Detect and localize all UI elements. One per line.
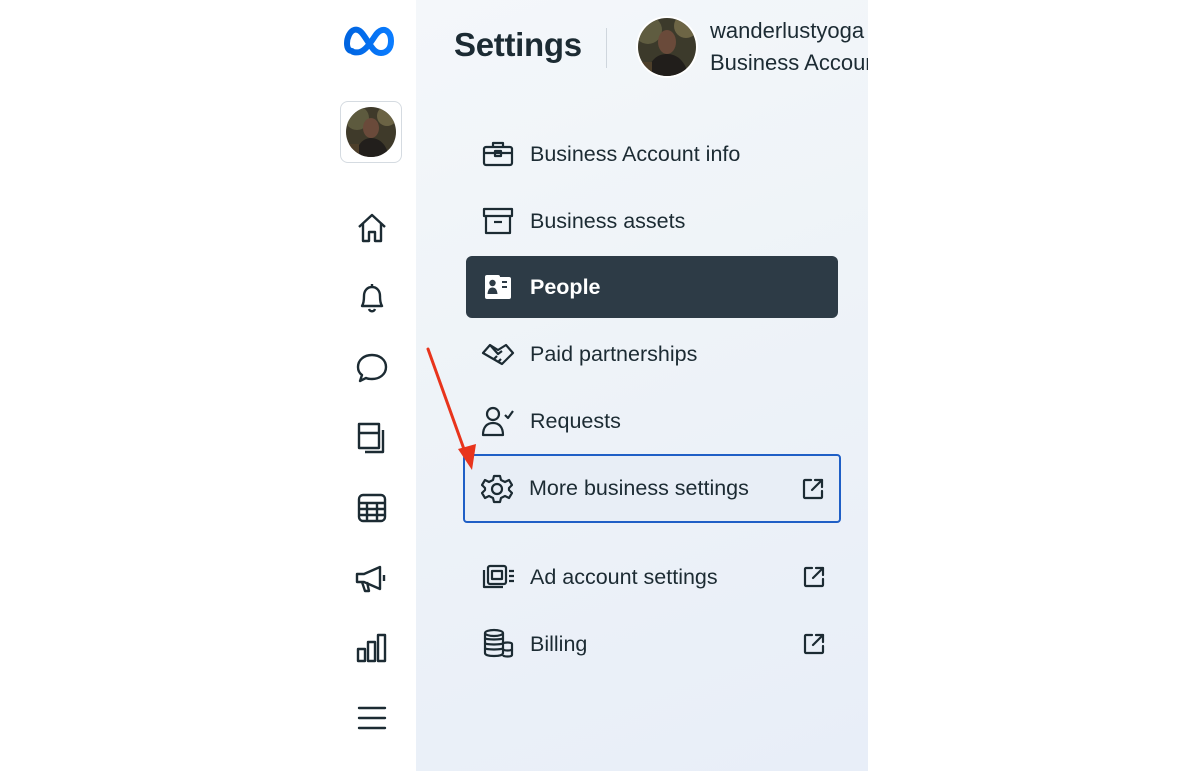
menu-item-business-account-info[interactable]: Business Account info [466, 123, 838, 185]
settings-panel: Settings wanderlustyoga Business Account [416, 0, 868, 771]
external-link-icon [802, 565, 826, 594]
menu-item-paid-partnerships[interactable]: Paid partnerships [466, 323, 838, 385]
person-check-icon [466, 405, 530, 437]
external-link-icon [801, 477, 825, 506]
ad-account-icon [466, 563, 530, 591]
menu-item-label: Paid partnerships [530, 341, 698, 366]
gear-icon [465, 473, 529, 505]
menu-item-label: People [530, 274, 601, 299]
bell-icon[interactable] [328, 278, 416, 318]
menu-item-business-assets[interactable]: Business assets [466, 190, 838, 252]
account-switcher[interactable] [340, 101, 402, 163]
meta-logo[interactable] [328, 18, 416, 64]
menu-item-people[interactable]: People [466, 256, 838, 318]
left-nav-rail [328, 0, 416, 771]
account-type: Business Account [710, 50, 868, 75]
meta-infinity-logo-icon [344, 26, 394, 56]
content-pages-icon[interactable] [328, 418, 416, 458]
menu-item-label: More business settings [529, 476, 749, 500]
header-divider [606, 28, 607, 68]
chat-bubble-icon[interactable] [328, 348, 416, 388]
archive-box-icon [466, 207, 530, 235]
calendar-grid-icon[interactable] [328, 488, 416, 528]
menu-item-label: Business Account info [530, 141, 741, 166]
hamburger-icon[interactable] [328, 698, 416, 738]
page-title: Settings [454, 26, 582, 63]
briefcase-icon [466, 140, 530, 168]
megaphone-icon[interactable] [328, 558, 416, 598]
menu-item-requests[interactable]: Requests [466, 390, 838, 452]
menu-item-label: Billing [530, 631, 588, 656]
home-icon[interactable] [328, 208, 416, 248]
avatar [636, 16, 698, 78]
menu-item-billing[interactable]: Billing [466, 613, 838, 675]
menu-item-label: Ad account settings [530, 564, 718, 589]
menu-item-ad-account-settings[interactable]: Ad account settings [466, 546, 838, 608]
bar-chart-icon[interactable] [328, 628, 416, 668]
account-name: wanderlustyoga [710, 18, 865, 43]
menu-item-more-business-settings[interactable]: More business settings [463, 454, 841, 523]
coins-icon [466, 628, 530, 660]
menu-item-label: Requests [530, 408, 621, 433]
menu-item-label: Business assets [530, 208, 686, 233]
external-link-icon [802, 632, 826, 661]
handshake-icon [466, 340, 530, 368]
account-avatar[interactable] [636, 16, 698, 83]
people-badge-icon [466, 272, 530, 302]
avatar [346, 107, 396, 157]
page: Settings wanderlustyoga Business Account [0, 0, 1200, 771]
